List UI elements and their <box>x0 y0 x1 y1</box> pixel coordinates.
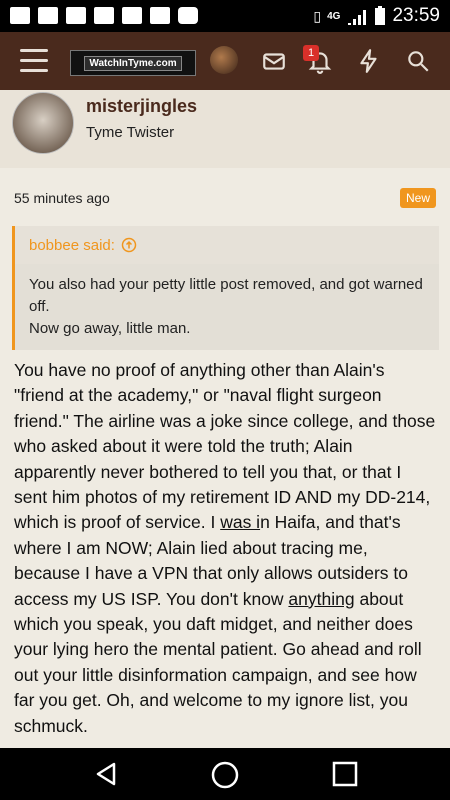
search-icon[interactable] <box>405 48 431 74</box>
post-body: You have no proof of anything other than… <box>14 358 438 739</box>
notification-badge: 1 <box>303 45 319 61</box>
user-title: Tyme Twister <box>86 124 175 141</box>
calendar-icon <box>66 7 86 24</box>
user-avatar[interactable] <box>12 92 74 154</box>
bolt-icon[interactable] <box>356 48 382 74</box>
arrow-up-circle-icon[interactable] <box>121 237 137 253</box>
quote-author[interactable]: bobbee said: <box>29 237 115 254</box>
quote-block: bobbee said: You also had your petty lit… <box>12 226 439 350</box>
post-text: You have no proof of anything other than… <box>14 360 436 533</box>
network-type: 4G <box>327 10 341 22</box>
home-icon[interactable] <box>210 760 240 790</box>
ge-icon <box>122 7 142 24</box>
quote-line: Now go away, little man. <box>29 320 191 337</box>
system-nav-bar <box>0 748 450 800</box>
battery-icon <box>375 6 386 25</box>
site-logo[interactable]: WatchInTyme.com <box>70 50 196 76</box>
vibrate-icon: ▯ <box>313 7 322 24</box>
username-link[interactable]: misterjingles <box>86 96 197 117</box>
youtube-icon <box>178 7 198 24</box>
cloud-icon <box>38 7 58 24</box>
post-author-header: misterjingles Tyme Twister <box>0 90 450 168</box>
recents-icon[interactable] <box>331 760 359 788</box>
clock: 23:59 <box>392 5 440 26</box>
underlined-text: was i <box>220 512 261 533</box>
menu-icon[interactable] <box>20 49 48 73</box>
quote-line: You also had your petty little post remo… <box>29 276 423 315</box>
underlined-text: anything <box>288 588 355 609</box>
ge-icon <box>94 7 114 24</box>
envelope-icon[interactable] <box>261 48 287 74</box>
app-bar: WatchInTyme.com 1 <box>0 32 450 90</box>
new-badge: New <box>400 188 437 208</box>
quote-body: You also had your petty little post remo… <box>15 264 439 350</box>
account-avatar[interactable] <box>210 46 238 74</box>
logo-text: WatchInTyme.com <box>84 55 182 71</box>
signal-icon <box>348 10 367 25</box>
status-bar: ▯ 4G 23:59 <box>0 0 450 32</box>
back-icon[interactable] <box>92 760 120 788</box>
post-timestamp[interactable]: 55 minutes ago <box>14 190 110 206</box>
post-text: about which you speak, you daft midget, … <box>14 588 422 736</box>
image-icon <box>150 7 170 24</box>
quote-header[interactable]: bobbee said: <box>15 226 439 264</box>
message-icon <box>10 7 30 24</box>
notification-icons <box>10 7 198 24</box>
